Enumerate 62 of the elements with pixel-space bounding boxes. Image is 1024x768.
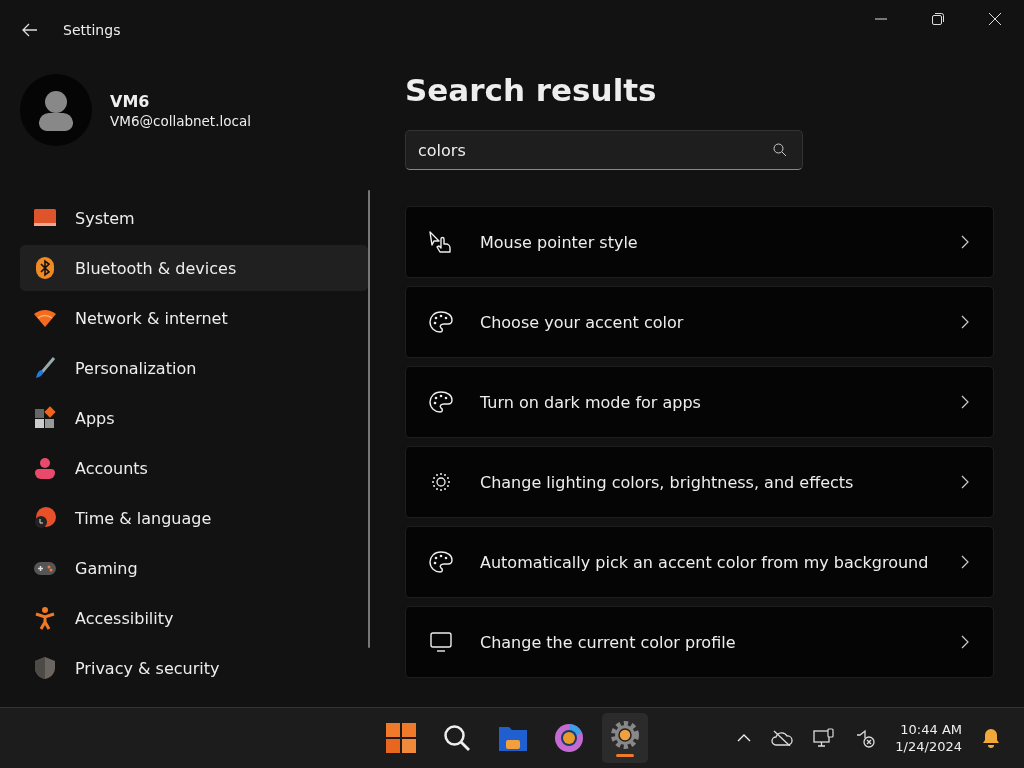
network-monitor-icon[interactable] xyxy=(813,728,836,748)
result-label: Turn on dark mode for apps xyxy=(480,392,702,412)
search-result-card[interactable]: Choose your accent color xyxy=(405,286,994,358)
cloud-off-icon[interactable] xyxy=(771,730,794,746)
sidebar-item[interactable]: Privacy & security xyxy=(20,645,368,691)
result-label: Change the current color profile xyxy=(480,632,737,652)
accessibility-figure-icon xyxy=(33,606,57,630)
page-title: Search results xyxy=(405,72,658,108)
search-result-card[interactable]: Change lighting colors, brightness, and effects xyxy=(405,446,994,518)
sidebar-item[interactable]: Personalization xyxy=(20,345,368,391)
sidebar-item[interactable]: Bluetooth & devices xyxy=(20,245,368,291)
monitor-icon xyxy=(428,630,454,654)
globe-clock-icon xyxy=(33,506,57,530)
pointer-hand-icon xyxy=(428,230,454,254)
gear-icon xyxy=(610,719,640,750)
close-icon[interactable] xyxy=(989,13,1001,25)
taskbar-app-button[interactable] xyxy=(602,713,648,763)
speaker-muted-icon[interactable] xyxy=(855,728,876,748)
apps-icon xyxy=(33,406,57,430)
result-label: Change lighting colors, brightness, and effects xyxy=(480,472,855,492)
sidebar-item[interactable]: Network & internet xyxy=(20,295,368,341)
chevron-right-icon xyxy=(961,395,969,409)
search-result-card[interactable]: Automatically pick an accent color from my background xyxy=(405,526,994,598)
sidebar-item[interactable]: Accounts xyxy=(20,445,368,491)
avatar-silhouette xyxy=(20,74,92,146)
result-label: Choose your accent color xyxy=(480,312,685,332)
palette-icon xyxy=(428,390,454,414)
shield-icon xyxy=(33,656,57,680)
search-result-card[interactable]: Change the current color profile xyxy=(405,606,994,678)
result-label: Mouse pointer style xyxy=(480,232,639,252)
chevron-right-icon xyxy=(961,475,969,489)
palette-icon xyxy=(428,550,454,574)
clock-button[interactable]: 10:44 AM 1/24/2024 xyxy=(895,722,962,754)
bluetooth-icon xyxy=(33,256,57,280)
chevron-right-icon xyxy=(961,635,969,649)
sidebar-item[interactable]: Gaming xyxy=(20,545,368,591)
chevron-right-icon xyxy=(961,315,969,329)
start-windows-icon xyxy=(386,723,416,753)
user-email: VM6@collabnet.local xyxy=(110,112,251,129)
search-result-card[interactable]: Mouse pointer style xyxy=(405,206,994,278)
sidebar-item[interactable]: Apps xyxy=(20,395,368,441)
search-icon[interactable] xyxy=(773,143,787,157)
chevron-up-icon[interactable] xyxy=(737,734,752,742)
sidebar-item[interactable]: Time & language xyxy=(20,495,368,541)
browser-icon xyxy=(554,723,584,753)
user-name: VM6 xyxy=(110,91,151,111)
folder-icon xyxy=(498,724,528,752)
chevron-right-icon xyxy=(961,555,969,569)
search-field[interactable]: colors xyxy=(405,130,803,170)
result-label: Automatically pick an accent color from my background xyxy=(480,552,930,572)
restore-icon[interactable] xyxy=(932,13,944,25)
palette-icon xyxy=(428,310,454,334)
sidebar-item[interactable]: System xyxy=(20,195,368,241)
bell-icon[interactable] xyxy=(982,728,1000,748)
person-icon xyxy=(33,456,57,480)
window-title: Settings xyxy=(63,22,121,38)
sidebar-item[interactable]: Accessibility xyxy=(20,595,368,641)
search-result-card[interactable]: Turn on dark mode for apps xyxy=(405,366,994,438)
back-arrow-icon[interactable] xyxy=(22,23,38,37)
chevron-right-icon xyxy=(961,235,969,249)
brush-icon xyxy=(33,356,57,380)
search-icon xyxy=(443,724,471,752)
